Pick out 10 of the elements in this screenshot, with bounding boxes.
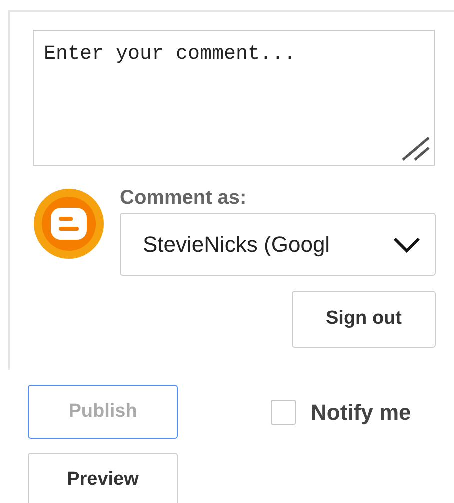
comment-as-label: Comment as: bbox=[120, 186, 247, 210]
blogger-logo-icon bbox=[33, 188, 105, 260]
notify-checkbox[interactable] bbox=[271, 400, 296, 424]
comment-field[interactable]: Enter your comment... bbox=[33, 30, 435, 166]
identity-dropdown[interactable]: StevieNicks (Googl bbox=[120, 213, 436, 276]
preview-button[interactable]: Preview bbox=[28, 453, 178, 503]
chevron-down-icon bbox=[393, 236, 421, 252]
sign-out-button[interactable]: Sign out bbox=[292, 291, 436, 348]
resize-handle-icon[interactable] bbox=[401, 136, 431, 162]
notify-label: Notify me bbox=[311, 398, 412, 427]
